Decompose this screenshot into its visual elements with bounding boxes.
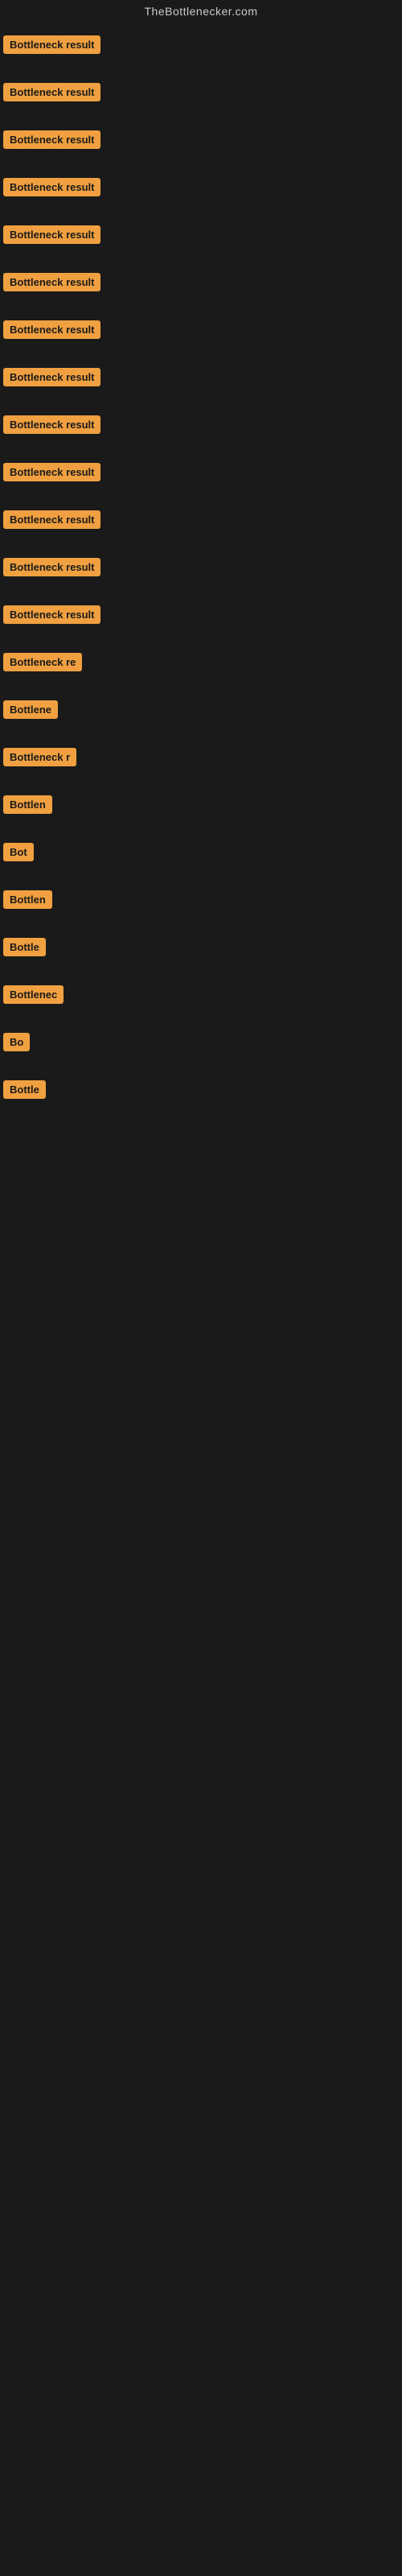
result-row: Bottlene bbox=[0, 696, 402, 724]
result-row: Bottleneck result bbox=[0, 31, 402, 59]
bottleneck-badge[interactable]: Bottlene bbox=[3, 700, 58, 719]
bottleneck-badge[interactable]: Bottle bbox=[3, 1080, 46, 1099]
result-row: Bottleneck result bbox=[0, 411, 402, 439]
result-row: Bottleneck result bbox=[0, 221, 402, 249]
result-row: Bottlen bbox=[0, 886, 402, 914]
bottleneck-badge[interactable]: Bottleneck result bbox=[3, 368, 100, 386]
bottleneck-badge[interactable]: Bottleneck result bbox=[3, 130, 100, 149]
result-row: Bottleneck result bbox=[0, 78, 402, 106]
result-row: Bottle bbox=[0, 1075, 402, 1104]
result-row: Bottleneck result bbox=[0, 553, 402, 581]
result-row: Bottlen bbox=[0, 791, 402, 819]
result-row: Bottleneck result bbox=[0, 126, 402, 154]
bottleneck-badge[interactable]: Bottleneck result bbox=[3, 605, 100, 624]
bottleneck-badge[interactable]: Bottleneck result bbox=[3, 83, 100, 101]
bottleneck-badge[interactable]: Bottleneck result bbox=[3, 35, 100, 54]
bottleneck-badge[interactable]: Bottleneck re bbox=[3, 653, 82, 671]
result-row: Bottleneck re bbox=[0, 648, 402, 676]
bottleneck-badge[interactable]: Bottleneck result bbox=[3, 273, 100, 291]
result-row: Bottleneck result bbox=[0, 173, 402, 201]
bottleneck-badge[interactable]: Bottle bbox=[3, 938, 46, 956]
result-row: Bottleneck result bbox=[0, 506, 402, 534]
bottleneck-badge[interactable]: Bottleneck result bbox=[3, 415, 100, 434]
result-row: Bottle bbox=[0, 933, 402, 961]
result-row: Bottleneck result bbox=[0, 458, 402, 486]
bottleneck-badge[interactable]: Bottleneck result bbox=[3, 225, 100, 244]
bottleneck-badge[interactable]: Bottlen bbox=[3, 795, 52, 814]
bottleneck-badge[interactable]: Bottlenec bbox=[3, 985, 64, 1004]
result-row: Bottlenec bbox=[0, 980, 402, 1009]
result-row: Bot bbox=[0, 838, 402, 866]
result-row: Bottleneck result bbox=[0, 316, 402, 344]
site-title: TheBottlenecker.com bbox=[0, 0, 402, 23]
bottleneck-badge[interactable]: Bottlen bbox=[3, 890, 52, 909]
bottleneck-badge[interactable]: Bo bbox=[3, 1033, 30, 1051]
result-row: Bottleneck result bbox=[0, 601, 402, 629]
bottleneck-badge[interactable]: Bottleneck result bbox=[3, 463, 100, 481]
bottleneck-badge[interactable]: Bottleneck result bbox=[3, 558, 100, 576]
result-row: Bottleneck result bbox=[0, 268, 402, 296]
bottleneck-badge[interactable]: Bottleneck result bbox=[3, 320, 100, 339]
result-row: Bottleneck result bbox=[0, 363, 402, 391]
bottleneck-badge[interactable]: Bottleneck result bbox=[3, 510, 100, 529]
result-row: Bottleneck r bbox=[0, 743, 402, 771]
bottleneck-badge[interactable]: Bottleneck result bbox=[3, 178, 100, 196]
result-row: Bo bbox=[0, 1028, 402, 1056]
bottleneck-badge[interactable]: Bottleneck r bbox=[3, 748, 76, 766]
bottleneck-badge[interactable]: Bot bbox=[3, 843, 34, 861]
